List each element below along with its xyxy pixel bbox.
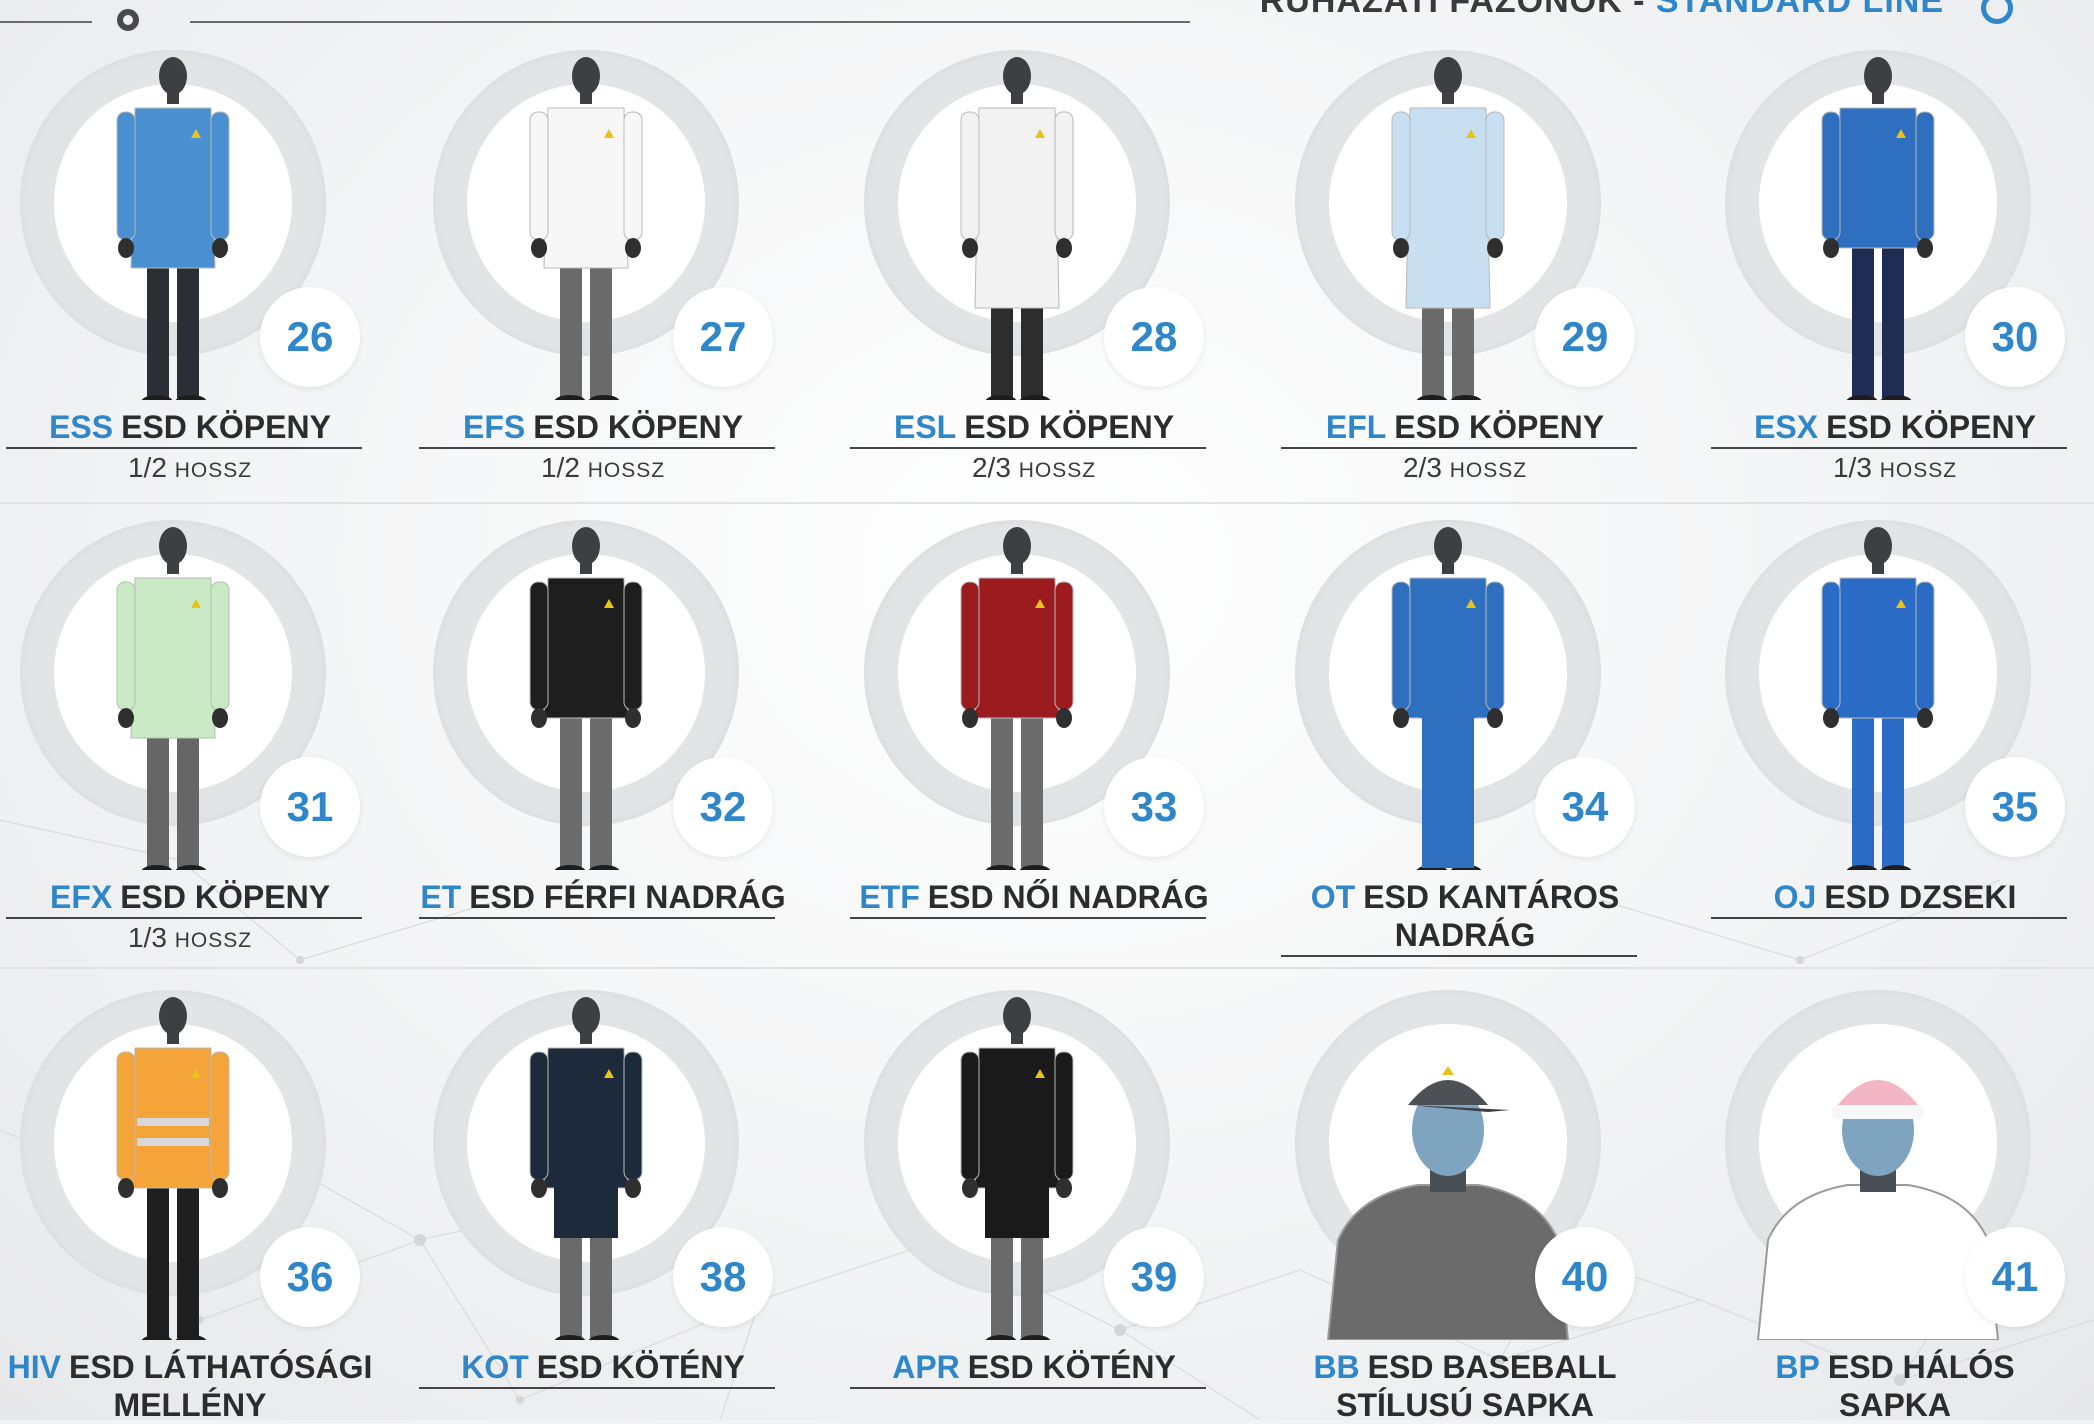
product-card-efs: 27 EFS ESD KÖPENY 1/2 HOSSZ xyxy=(413,0,793,483)
title-underline xyxy=(850,917,1206,919)
title-underline xyxy=(6,917,362,919)
product-title: ESS ESD KÖPENY xyxy=(0,408,380,446)
product-card-oj: 35 OJ ESD DZSEKI xyxy=(1705,470,2085,940)
product-title: OT ESD KANTÁROS xyxy=(1275,878,1655,916)
product-number-badge: 38 xyxy=(673,1227,773,1327)
product-code: BB xyxy=(1313,1349,1360,1385)
product-code: EFL xyxy=(1325,409,1387,445)
title-underline xyxy=(850,447,1206,449)
product-code: KOT xyxy=(461,1349,529,1385)
product-name: ESD LÁTHATÓSÁGI xyxy=(68,1349,373,1385)
product-name: ESD KÖPENY xyxy=(1826,409,2036,445)
product-card-ess: 26 ESS ESD KÖPENY 1/2 HOSSZ xyxy=(0,0,380,483)
product-code: BP xyxy=(1775,1349,1820,1385)
product-card-bp: 41 BP ESD HÁLÓS SAPKA xyxy=(1705,940,2085,1423)
title-underline xyxy=(1711,447,2067,449)
product-code: ESS xyxy=(49,409,114,445)
product-number-badge: 41 xyxy=(1965,1227,2065,1327)
product-title: OJ ESD DZSEKI xyxy=(1705,878,2085,916)
title-underline xyxy=(419,447,775,449)
product-name: ESD KÖTÉNY xyxy=(536,1349,745,1385)
product-card-esl: 28 ESL ESD KÖPENY 2/3 HOSSZ xyxy=(844,0,1224,483)
product-title: APR ESD KÖTÉNY xyxy=(844,1348,1224,1386)
product-name: ESD BASEBALL xyxy=(1367,1349,1617,1385)
product-number-badge: 28 xyxy=(1104,287,1204,387)
product-name: ESD KÖPENY xyxy=(964,409,1175,445)
product-code: ESX xyxy=(1754,409,1819,445)
product-name: ESD KÖPENY xyxy=(533,409,744,445)
product-card-etf: 33 ETF ESD NŐI NADRÁG xyxy=(844,470,1224,940)
product-code: OT xyxy=(1310,879,1356,915)
title-underline xyxy=(1281,447,1637,449)
product-title: KOT ESD KÖTÉNY xyxy=(413,1348,793,1386)
title-underline xyxy=(6,447,362,449)
product-title: EFL ESD KÖPENY xyxy=(1275,408,1655,446)
product-number-badge: 35 xyxy=(1965,757,2065,857)
product-card-ot: 34 OT ESD KANTÁROS NADRÁG xyxy=(1275,470,1655,957)
product-name-line2: SAPKA xyxy=(1838,1387,1951,1423)
product-name: ESD KÖPENY xyxy=(121,409,331,445)
product-number-badge: 29 xyxy=(1535,287,1635,387)
product-title: HIV ESD LÁTHATÓSÁGI xyxy=(0,1348,380,1386)
product-name: ESD KÖPENY xyxy=(120,879,331,915)
product-code: ETF xyxy=(859,879,920,915)
product-number-badge: 26 xyxy=(260,287,360,387)
product-code: OJ xyxy=(1773,879,1817,915)
title-underline xyxy=(419,1387,775,1389)
product-title: BB ESD BASEBALL xyxy=(1275,1348,1655,1386)
title-underline xyxy=(850,1387,1206,1389)
product-card-efx: 31 EFX ESD KÖPENY 1/3 HOSSZ xyxy=(0,470,380,953)
product-card-apr: 39 APR ESD KÖTÉNY xyxy=(844,940,1224,1410)
product-number-badge: 34 xyxy=(1535,757,1635,857)
product-title: ETF ESD NŐI NADRÁG xyxy=(844,878,1224,916)
product-code: APR xyxy=(892,1349,960,1385)
product-title: EFX ESD KÖPENY xyxy=(0,878,380,916)
product-code: ET xyxy=(420,879,462,915)
product-name: ESD KÖTÉNY xyxy=(967,1349,1176,1385)
product-card-bb: 40 BB ESD BASEBALL STÍLUSÚ SAPKA xyxy=(1275,940,1655,1423)
product-code: HIV xyxy=(7,1349,61,1385)
product-name: ESD DZSEKI xyxy=(1824,879,2017,915)
title-underline xyxy=(1711,917,2067,919)
product-number-badge: 30 xyxy=(1965,287,2065,387)
product-card-hiv: 36 HIV ESD LÁTHATÓSÁGI MELLÉNY xyxy=(0,940,380,1423)
product-number-badge: 33 xyxy=(1104,757,1204,857)
product-name-line2: MELLÉNY xyxy=(113,1387,267,1423)
product-number-badge: 27 xyxy=(673,287,773,387)
product-card-efl: 29 EFL ESD KÖPENY 2/3 HOSSZ xyxy=(1275,0,1655,483)
product-number-badge: 32 xyxy=(673,757,773,857)
product-title: BP ESD HÁLÓS xyxy=(1705,1348,2085,1386)
product-title: ET ESD FÉRFI NADRÁG xyxy=(413,878,793,916)
product-code: EFS xyxy=(462,409,526,445)
product-name: ESD KÖPENY xyxy=(1394,409,1605,445)
product-number-badge: 40 xyxy=(1535,1227,1635,1327)
product-card-esx: 30 ESX ESD KÖPENY 1/3 HOSSZ xyxy=(1705,0,2085,483)
title-underline xyxy=(419,917,775,919)
product-title: ESL ESD KÖPENY xyxy=(844,408,1224,446)
product-name: ESD FÉRFI NADRÁG xyxy=(469,879,786,915)
product-name: ESD KANTÁROS xyxy=(1363,879,1620,915)
product-title: EFS ESD KÖPENY xyxy=(413,408,793,446)
product-name: ESD HÁLÓS xyxy=(1827,1349,2015,1385)
product-name: ESD NŐI NADRÁG xyxy=(927,879,1209,915)
product-code: ESL xyxy=(893,409,957,445)
product-card-kot: 38 KOT ESD KÖTÉNY xyxy=(413,940,793,1410)
product-number-badge: 31 xyxy=(260,757,360,857)
product-number-badge: 36 xyxy=(260,1227,360,1327)
product-code: EFX xyxy=(49,879,113,915)
product-name-line2: STÍLUSÚ SAPKA xyxy=(1336,1387,1594,1423)
product-title: ESX ESD KÖPENY xyxy=(1705,408,2085,446)
product-number-badge: 39 xyxy=(1104,1227,1204,1327)
product-card-et: 32 ET ESD FÉRFI NADRÁG xyxy=(413,470,793,940)
